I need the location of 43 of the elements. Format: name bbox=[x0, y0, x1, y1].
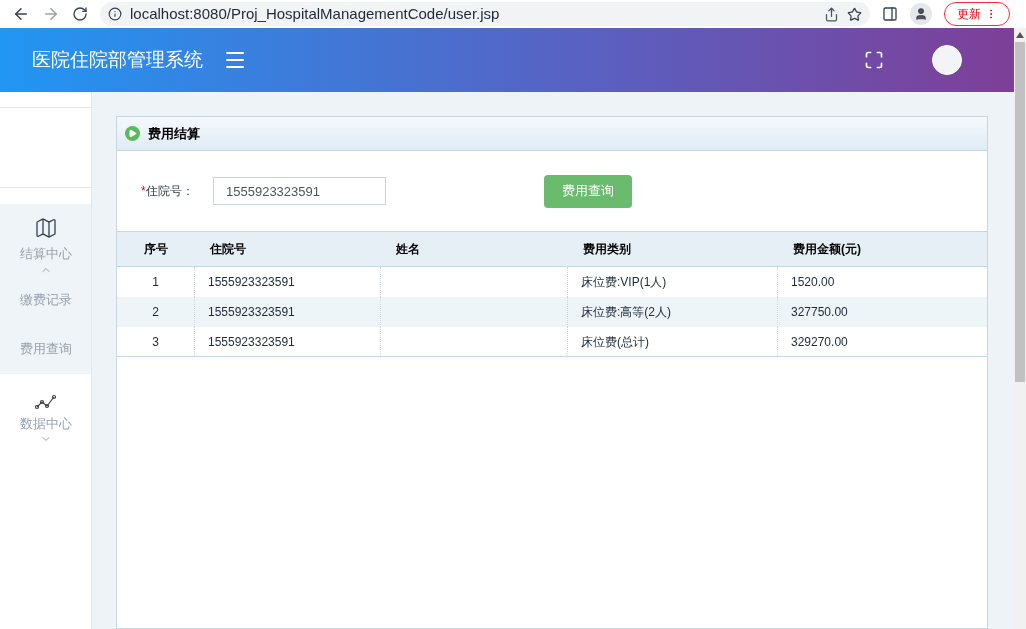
address-bar[interactable]: localhost:8080/Proj_HospitalManagementCode/user.jsp bbox=[100, 2, 870, 26]
sidebar-item[interactable]: 数据中心 bbox=[19, 413, 72, 433]
table-cell-text: 2 bbox=[152, 304, 159, 321]
line-chart-icon bbox=[34, 393, 57, 410]
app-title: 医院住院部管理系统 bbox=[32, 47, 203, 72]
panel-title: 费用结算 bbox=[148, 124, 200, 143]
side-panel-icon[interactable] bbox=[882, 6, 898, 22]
sidebar-subitem[interactable]: 费用查询 bbox=[19, 324, 72, 374]
forward-icon[interactable] bbox=[42, 5, 60, 23]
sidebar-subitem[interactable]: 缴费记录 bbox=[19, 275, 72, 325]
share-icon[interactable] bbox=[824, 6, 839, 22]
table-cell-text: 1520.00 bbox=[791, 274, 835, 291]
table-cell-text: 床位费:高等(2人) bbox=[581, 304, 671, 321]
play-icon bbox=[125, 126, 140, 141]
table-cell-text: 1 bbox=[152, 274, 159, 291]
fullscreen-icon[interactable] bbox=[864, 50, 884, 70]
map-icon bbox=[33, 216, 58, 240]
table-cell-text: 1555923323591 bbox=[208, 304, 295, 321]
table-cell-text: 1555923323591 bbox=[208, 333, 295, 351]
table-cell-text: 327750.00 bbox=[791, 304, 848, 321]
url-text: localhost:8080/Proj_HospitalManagementCode/user.jsp bbox=[130, 3, 500, 24]
star-icon[interactable] bbox=[847, 6, 862, 22]
profile-icon[interactable] bbox=[910, 3, 932, 25]
info-icon[interactable] bbox=[108, 7, 122, 21]
column-header: 姓名 bbox=[396, 241, 420, 258]
scroll-up-icon[interactable] bbox=[1016, 32, 1024, 38]
query-button[interactable]: 费用查询 bbox=[544, 174, 632, 208]
scrollbar-thumb[interactable] bbox=[1015, 42, 1025, 382]
table-cell-text: 329270.00 bbox=[791, 333, 848, 351]
column-header: 费用金额(元) bbox=[793, 241, 861, 258]
table-cell-text: 1555923323591 bbox=[208, 274, 295, 291]
table-cell-text: 床位费(总计) bbox=[581, 333, 649, 351]
sidebar-item[interactable]: 结算中心 bbox=[19, 244, 72, 264]
field-label: *住院号： bbox=[141, 183, 195, 200]
avatar[interactable] bbox=[932, 45, 962, 75]
column-header: 序号 bbox=[143, 241, 168, 258]
table-cell-text: 床位费:VIP(1人) bbox=[581, 274, 667, 291]
table-cell-text: 3 bbox=[152, 333, 159, 351]
back-icon[interactable] bbox=[12, 5, 30, 23]
column-header: 住院号 bbox=[210, 241, 246, 258]
hospital-number-field[interactable]: 1555923323591 bbox=[213, 177, 386, 205]
reload-icon[interactable] bbox=[72, 6, 88, 22]
column-header: 费用类别 bbox=[583, 241, 631, 258]
